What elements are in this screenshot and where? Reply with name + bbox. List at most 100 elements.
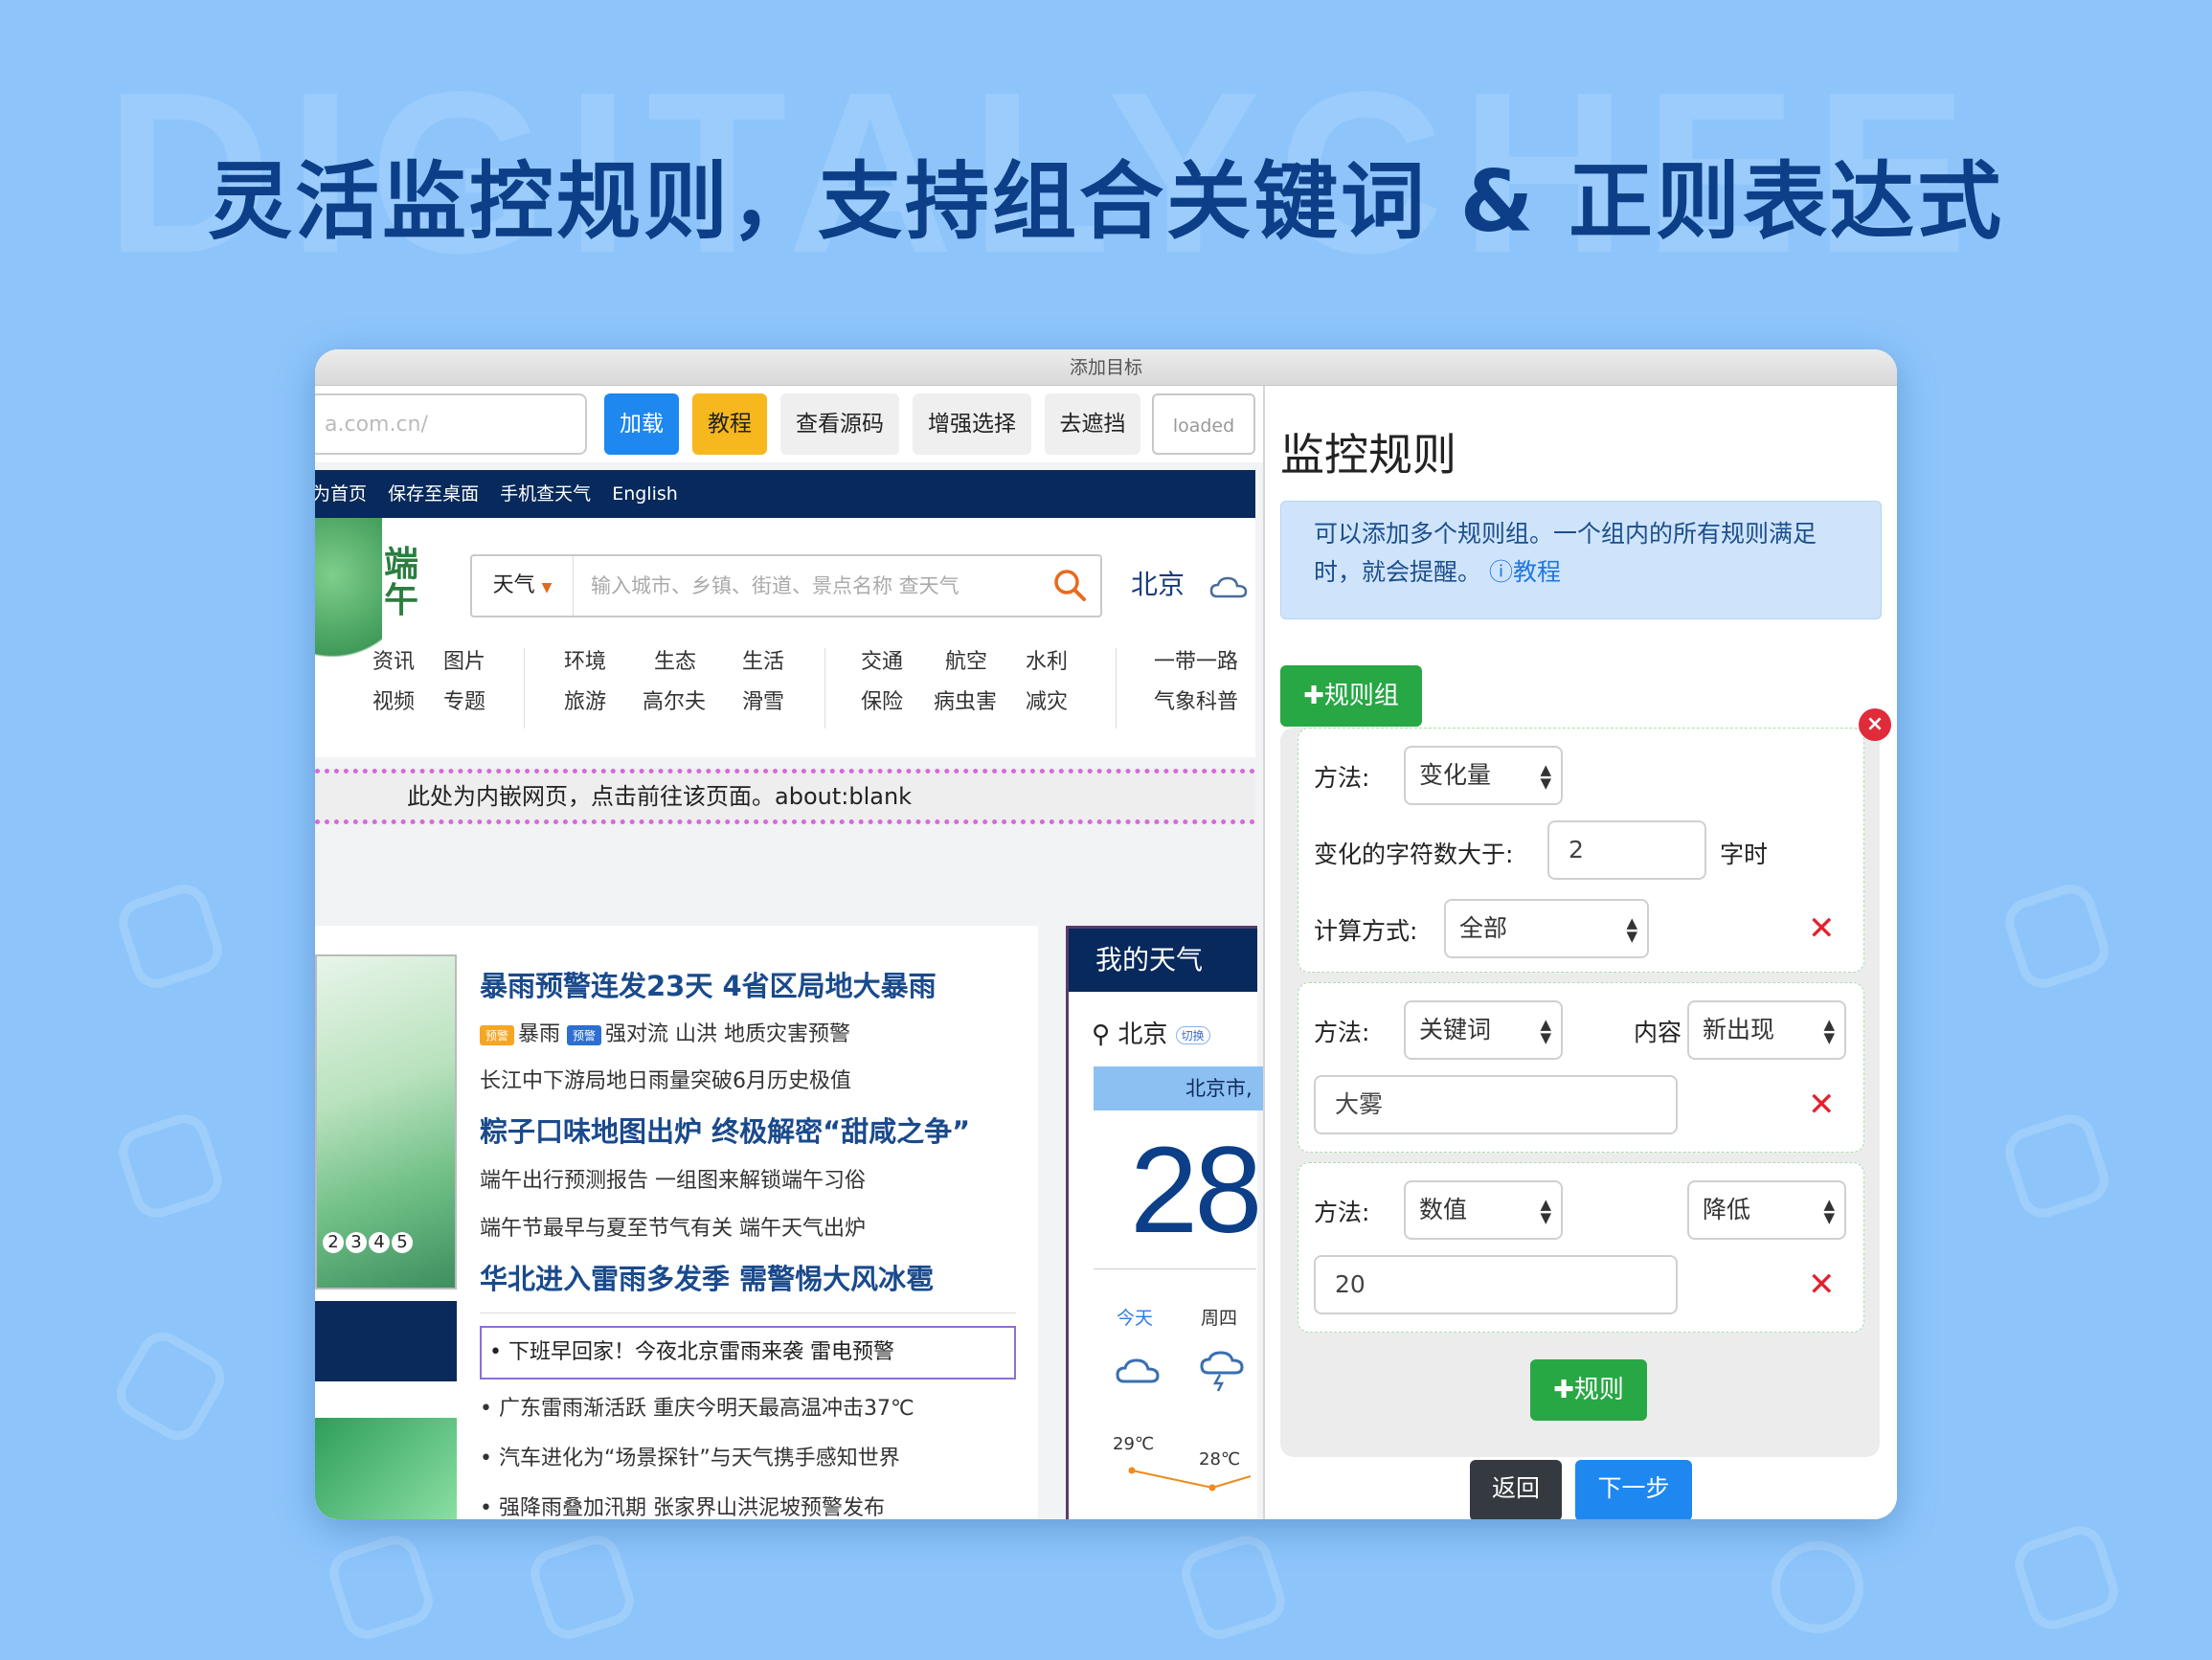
load-button[interactable]: 加载 — [604, 393, 679, 455]
map-page[interactable]: 4 — [369, 1232, 390, 1253]
category-link[interactable]: 旅游 — [564, 683, 643, 723]
tutorial-link[interactable]: ⓘ教程 — [1489, 558, 1561, 586]
delete-rule-icon[interactable]: ✕ — [1808, 1088, 1836, 1121]
remove-group-icon[interactable]: × — [1859, 708, 1891, 741]
method-label: 方法: — [1314, 1019, 1370, 1046]
category-divider — [1116, 648, 1117, 729]
leaf-decoration — [315, 518, 382, 662]
view-source-button[interactable]: 查看源码 — [780, 393, 899, 455]
news-bullet[interactable]: • 广东雷雨渐活跃 重庆今明天最高温冲击37℃ — [480, 1391, 914, 1422]
news-subline[interactable]: 预警 暴雨 预警 强对流 山洪 地质灾害预警 — [480, 1017, 850, 1047]
site-link[interactable]: 手机查天气 — [500, 483, 591, 505]
tutorial-button[interactable]: 教程 — [692, 393, 767, 455]
delete-rule-icon[interactable]: ✕ — [1808, 1268, 1836, 1301]
news-headline[interactable]: 暴雨预警连发23天 4省区局地大暴雨 — [480, 964, 937, 1004]
map-page[interactable]: 3 — [346, 1232, 367, 1253]
search-input[interactable]: 输入城市、乡镇、街道、景点名称 查天气 — [591, 556, 959, 616]
news-headline[interactable]: 华北进入雷雨多发季 需警惕大风冰雹 — [480, 1257, 934, 1297]
content-mode-select[interactable]: 新出现 ▲ ▼ — [1687, 1000, 1846, 1060]
category-link[interactable]: 水利 — [1026, 642, 1068, 683]
category-link[interactable]: 减灾 — [1026, 683, 1068, 723]
warning-badge: 预警 — [480, 1024, 515, 1045]
switch-city-button[interactable]: 切换 — [1175, 1026, 1210, 1044]
category-link[interactable]: 滑雪 — [742, 683, 784, 723]
category-link[interactable]: 交通 — [861, 642, 945, 683]
weather-city: ⚲ 北京 切换 — [1092, 1015, 1210, 1050]
site-logo[interactable]: 端午 — [382, 547, 420, 619]
category-link[interactable]: 航空 — [945, 642, 1026, 683]
category-divider — [524, 648, 525, 729]
category-link[interactable]: 图片 — [443, 642, 485, 683]
category-link[interactable]: 环境 — [564, 642, 654, 683]
search-icon[interactable] — [1052, 568, 1087, 602]
site-link[interactable]: 设为首页 — [315, 483, 367, 505]
url-input[interactable]: a.com.cn/ — [315, 393, 587, 455]
cloud-icon — [1209, 576, 1248, 598]
weather-day[interactable]: 周四 — [1201, 1304, 1237, 1330]
category-link[interactable]: 高尔夫 — [643, 683, 742, 723]
news-bullet[interactable]: • 强降雨叠加汛期 张家界山洪泥坡预警发布 — [480, 1491, 885, 1519]
news-headline[interactable]: 粽子口味地图出炉 终极解密“甜咸之争” — [480, 1110, 970, 1150]
panel-title: 监控规则 — [1280, 429, 1456, 481]
cloudy-icon — [1116, 1358, 1160, 1383]
page-headline: 灵活监控规则，支持组合关键词 & 正则表达式 — [207, 152, 2005, 251]
map-pagination: 2345 — [323, 1232, 415, 1253]
category-link[interactable]: 视频 — [372, 683, 443, 723]
category-link[interactable]: 资讯 — [372, 642, 443, 683]
news-subline[interactable]: 端午节最早与夏至节气有关 端午天气出炉 — [480, 1211, 866, 1242]
category-link[interactable]: 专题 — [443, 683, 485, 723]
value-input[interactable]: 20 — [1314, 1255, 1678, 1314]
warning-badge: 预警 — [567, 1024, 602, 1045]
rule-card: 方法: 变化量 ▲ ▼ 变化的字符数大于: 2 字时 计算方式: 全部 ▲ ▼ ✕ — [1298, 728, 1864, 973]
direction-select[interactable]: 降低 ▲ ▼ — [1687, 1180, 1846, 1240]
calc-select[interactable]: 全部 ▲ ▼ — [1444, 899, 1649, 958]
category-link[interactable]: 生态 — [654, 642, 742, 683]
back-button[interactable]: 返回 — [1470, 1460, 1562, 1519]
decor-icon — [323, 1529, 440, 1646]
category-link[interactable]: 一带一路 — [1154, 642, 1238, 683]
site-top-nav: 设为首页 保存至桌面 手机查天气 English — [315, 470, 1255, 518]
news-bullet[interactable]: • 汽车进化为“场景探针”与天气携手感知世界 — [480, 1441, 900, 1471]
decor-icon — [112, 878, 229, 995]
news-section: 2345 暴雨预警连发23天 4省区局地大暴雨 预警 暴雨 预警 强对流 山洪 地质… — [315, 926, 1038, 1519]
category-group: 资讯 图片 视频 专题 — [372, 642, 485, 723]
keyword-input[interactable]: 大雾 — [1314, 1075, 1678, 1134]
news-subline[interactable]: 长江中下游局地日雨量突破6月历史极值 — [480, 1064, 851, 1094]
category-link[interactable]: 生活 — [742, 642, 784, 683]
category-link[interactable]: 保险 — [861, 683, 934, 723]
method-select[interactable]: 数值 ▲ ▼ — [1404, 1180, 1563, 1240]
site-link[interactable]: 保存至桌面 — [388, 483, 479, 505]
iframe-notice[interactable]: 此处为内嵌网页，点击前往该页面。about:blank — [315, 769, 1255, 824]
rule-card: 方法: 数值 ▲ ▼ 降低 ▲ ▼ 20 ✕ — [1298, 1162, 1864, 1333]
content-label: 内容 — [1634, 1019, 1682, 1046]
search-type-select[interactable]: 天气 ▼ — [472, 556, 574, 616]
method-select[interactable]: 关键词 ▲ ▼ — [1404, 1000, 1563, 1060]
add-rule-group-button[interactable]: ✚规则组 — [1280, 665, 1422, 727]
decor-icon — [1759, 1529, 1876, 1646]
map-page[interactable]: 2 — [323, 1232, 344, 1253]
weather-title: 我的天气 — [1069, 929, 1257, 992]
site-search[interactable]: 天气 ▼ 输入城市、乡镇、街道、景点名称 查天气 — [470, 554, 1102, 617]
add-target-window: 添加目标 a.com.cn/ 加载 教程 查看源码 增强选择 去遮挡 loade… — [315, 349, 1897, 1519]
news-subline[interactable]: 端午出行预测报告 一组图来解锁端午习俗 — [480, 1163, 866, 1194]
site-city[interactable]: 北京 — [1131, 564, 1185, 602]
category-link[interactable]: 病虫害 — [934, 683, 1026, 723]
method-select[interactable]: 变化量 ▲ ▼ — [1404, 746, 1563, 805]
page-preview[interactable]: a.com.cn/ 加载 教程 查看源码 增强选择 去遮挡 loaded 设为首… — [315, 386, 1263, 1519]
delete-rule-icon[interactable]: ✕ — [1808, 912, 1836, 945]
category-divider — [824, 648, 825, 729]
add-rule-button[interactable]: ✚规则 — [1530, 1359, 1647, 1421]
remove-mask-button[interactable]: 去遮挡 — [1045, 393, 1140, 455]
category-link[interactable]: 气象科普 — [1154, 683, 1238, 723]
site-link[interactable]: English — [612, 483, 678, 505]
temperature-trend-line — [1128, 1467, 1252, 1492]
leaf-image[interactable] — [315, 1418, 457, 1519]
enhance-select-button[interactable]: 增强选择 — [913, 393, 1031, 455]
next-button[interactable]: 下一步 — [1575, 1460, 1692, 1519]
weather-day[interactable]: 今天 — [1117, 1304, 1153, 1330]
decor-icon — [1998, 878, 2115, 995]
news-alert[interactable]: • 下班早回家！今夜北京雷雨来袭 雷电预警 — [480, 1326, 1016, 1380]
map-page[interactable]: 5 — [392, 1232, 413, 1253]
category-group: 一带一路 气象科普 — [1154, 642, 1238, 723]
threshold-input[interactable]: 2 — [1547, 820, 1706, 880]
